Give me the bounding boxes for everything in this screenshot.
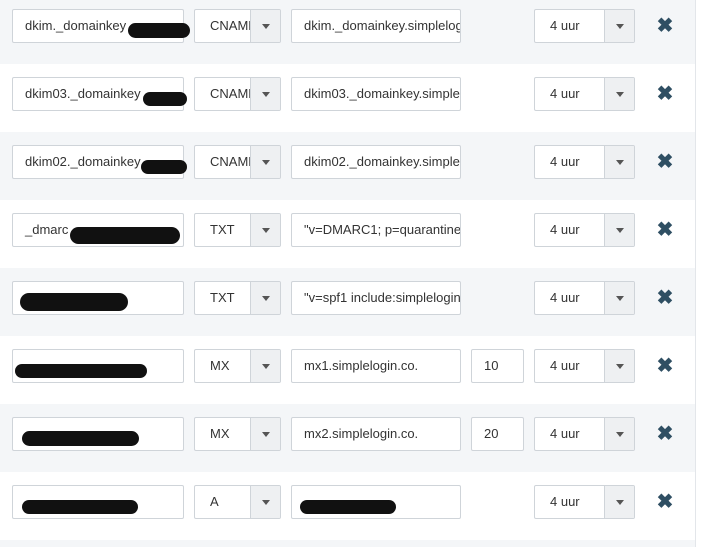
close-icon[interactable]: ✖ [654,490,676,514]
priority-field[interactable]: 20 [471,417,524,451]
record-type-value: CNAME [210,86,251,101]
chevron-down-icon[interactable] [604,146,634,178]
record-value-field[interactable]: mx1.simplelogin.co. [291,349,461,383]
ttl-value: 4 uur [550,494,580,509]
chevron-down-icon[interactable] [604,486,634,518]
record-value-text: mx2.simplelogin.co. [304,426,419,441]
dns-record-row: dkim02._domainkey CNAME dkim02._domainke… [0,132,695,200]
record-value-field[interactable]: dkim03._domainkey.simplelogin.co. [291,77,461,111]
record-type-value: CNAME [210,154,251,169]
chevron-down-icon[interactable] [250,282,280,314]
record-type-select[interactable]: TXT [194,281,281,315]
priority-field[interactable]: 10 [471,349,524,383]
chevron-down-icon[interactable] [250,486,280,518]
close-icon[interactable]: ✖ [654,82,676,106]
priority-value: 20 [484,426,499,441]
ttl-select[interactable]: 4 uur [534,77,635,111]
dns-record-row: TXT "v=spf1 include:simplelogin.co 4 uur… [0,268,695,336]
chevron-down-icon[interactable] [250,418,280,450]
chevron-down-icon[interactable] [250,214,280,246]
record-value-text: mx1.simplelogin.co. [304,358,419,373]
record-value-field[interactable]: dkim._domainkey.simplelogin.co. [291,9,461,43]
chevron-down-icon[interactable] [604,10,634,42]
record-value-field[interactable]: mx2.simplelogin.co. [291,417,461,451]
dns-record-row [0,540,695,547]
dns-records-table: dkim._domainkey CNAME dkim._domainkey.si… [0,0,696,547]
record-type-select[interactable]: CNAME [194,9,281,43]
redaction-mark [22,500,138,514]
record-name-value: dkim._domainkey [25,18,127,33]
close-icon[interactable]: ✖ [654,286,676,310]
redaction-mark [22,431,139,446]
redaction-mark [143,92,187,106]
record-name-value: dkim02._domainkey [25,154,141,169]
dns-record-row: MX mx2.simplelogin.co. 20 4 uur ✖ [0,404,695,472]
record-name-value: _dmarc [25,222,69,237]
redaction-mark [70,227,180,244]
ttl-select[interactable]: 4 uur [534,349,635,383]
close-icon[interactable]: ✖ [654,218,676,242]
redaction-mark [128,23,190,38]
record-type-select[interactable]: A [194,485,281,519]
ttl-select[interactable]: 4 uur [534,145,635,179]
dns-record-row: MX mx1.simplelogin.co. 10 4 uur ✖ [0,336,695,404]
redaction-mark [300,500,396,514]
record-value-text: "v=spf1 include:simplelogin.co [304,290,461,305]
ttl-value: 4 uur [550,358,580,373]
ttl-value: 4 uur [550,222,580,237]
record-type-value: TXT [210,222,235,237]
record-value-text: dkim._domainkey.simplelogin.co. [304,18,460,33]
chevron-down-icon[interactable] [604,350,634,382]
ttl-value: 4 uur [550,86,580,101]
dns-record-row: _dmarc TXT "v=DMARC1; p=quarantine 4 uur… [0,200,695,268]
record-type-select[interactable]: CNAME [194,77,281,111]
ttl-value: 4 uur [550,290,580,305]
record-type-value: TXT [210,290,235,305]
ttl-select[interactable]: 4 uur [534,213,635,247]
redaction-mark [20,293,128,311]
record-type-select[interactable]: CNAME [194,145,281,179]
close-icon[interactable]: ✖ [654,354,676,378]
redaction-mark [15,364,147,378]
dns-record-row: dkim03._domainkey CNAME dkim03._domainke… [0,64,695,132]
record-type-value: A [210,494,219,509]
ttl-value: 4 uur [550,18,580,33]
chevron-down-icon[interactable] [250,78,280,110]
chevron-down-icon[interactable] [250,350,280,382]
record-value-field[interactable]: "v=DMARC1; p=quarantine [291,213,461,247]
chevron-down-icon[interactable] [604,282,634,314]
chevron-down-icon[interactable] [604,214,634,246]
record-value-text: dkim03._domainkey.simplelogin.co. [304,86,460,101]
priority-value: 10 [484,358,499,373]
ttl-select[interactable]: 4 uur [534,485,635,519]
record-value-field[interactable]: dkim02._domainkey.simplelogin.co. [291,145,461,179]
record-type-select[interactable]: TXT [194,213,281,247]
record-value-text: "v=DMARC1; p=quarantine [304,222,461,237]
record-type-value: MX [210,358,230,373]
dns-record-row: A 4 uur ✖ [0,472,695,540]
chevron-down-icon[interactable] [250,10,280,42]
record-name-value: dkim03._domainkey [25,86,141,101]
chevron-down-icon[interactable] [604,78,634,110]
redaction-mark [141,160,187,174]
dns-record-row: dkim._domainkey CNAME dkim._domainkey.si… [0,0,695,64]
record-type-value: MX [210,426,230,441]
ttl-select[interactable]: 4 uur [534,9,635,43]
record-value-text: dkim02._domainkey.simplelogin.co. [304,154,460,169]
ttl-value: 4 uur [550,426,580,441]
close-icon[interactable]: ✖ [654,422,676,446]
ttl-value: 4 uur [550,154,580,169]
record-type-value: CNAME [210,18,251,33]
record-type-select[interactable]: MX [194,417,281,451]
ttl-select[interactable]: 4 uur [534,417,635,451]
record-type-select[interactable]: MX [194,349,281,383]
record-value-field[interactable]: "v=spf1 include:simplelogin.co [291,281,461,315]
close-icon[interactable]: ✖ [654,150,676,174]
ttl-select[interactable]: 4 uur [534,281,635,315]
chevron-down-icon[interactable] [604,418,634,450]
close-icon[interactable]: ✖ [654,14,676,38]
chevron-down-icon[interactable] [250,146,280,178]
